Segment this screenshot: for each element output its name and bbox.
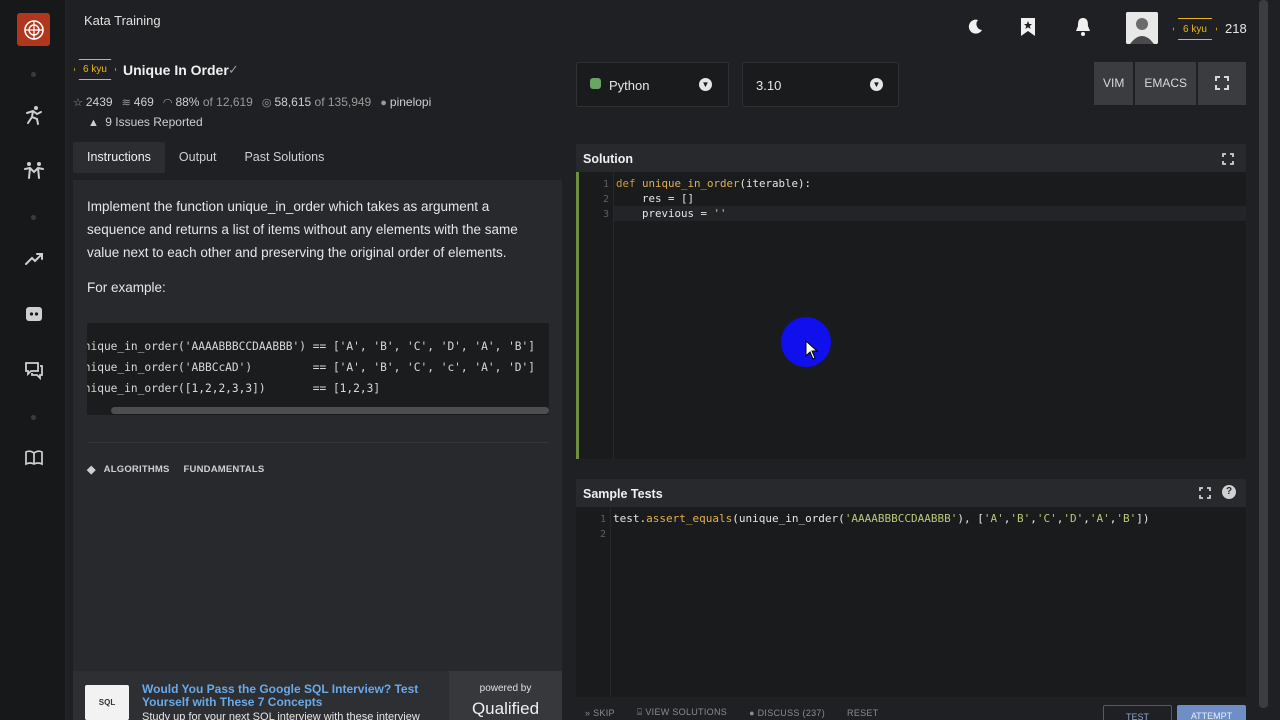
chevron-down-icon: ▼ xyxy=(870,78,883,91)
approved-check-icon: ✓ xyxy=(228,62,239,77)
rail-divider xyxy=(31,72,36,77)
for-example-label: For example: xyxy=(87,280,166,295)
tab-output[interactable]: Output xyxy=(165,142,231,173)
tag-algorithms[interactable]: ALGORITHMS xyxy=(104,464,170,475)
completed-stat: ◎ 58,615 of 135,949 xyxy=(261,95,372,109)
python-icon xyxy=(590,78,601,89)
attempt-button[interactable]: ATTEMPT xyxy=(1177,705,1246,720)
tests-code[interactable]: test.assert_equals(unique_in_order('AAAA… xyxy=(613,511,1150,526)
fullscreen-expand-icon[interactable] xyxy=(1198,62,1247,105)
author-stat[interactable]: ● pinelopi xyxy=(380,95,431,109)
docs-book-icon[interactable] xyxy=(22,446,46,470)
powered-by-label: powered by xyxy=(479,683,532,694)
divider xyxy=(87,442,549,443)
discussions-icon[interactable] xyxy=(22,358,46,382)
skip-link[interactable]: » SKIP xyxy=(585,708,615,718)
sample-tests-header: Sample Tests ? xyxy=(576,479,1246,507)
rating-gauge-icon: ◠ xyxy=(162,97,173,109)
dojo-icon[interactable] xyxy=(22,158,46,182)
gutter-separator xyxy=(613,172,614,459)
bookmark-icon[interactable] xyxy=(1017,16,1039,38)
vim-mode-button[interactable]: VIM xyxy=(1094,62,1134,105)
target-icon: ◎ xyxy=(261,97,272,109)
page-scrollbar[interactable] xyxy=(1259,0,1268,708)
solution-editor[interactable]: 1 2 3 def unique_in_order(iterable): res… xyxy=(576,172,1246,459)
gutter-separator xyxy=(610,507,611,697)
satisfaction-stat: ◠ 88% of 12,619 xyxy=(162,95,253,109)
ad-thumbnail: SQL xyxy=(85,685,129,720)
tag-fundamentals[interactable]: FUNDAMENTALS xyxy=(184,464,265,475)
instructions-text: Implement the function unique_in_order w… xyxy=(87,199,518,260)
user-icon: ● xyxy=(380,97,387,109)
expand-solution-icon[interactable] xyxy=(1222,152,1234,170)
rail-divider xyxy=(31,215,36,220)
left-rail xyxy=(0,0,66,720)
notifications-bell-icon[interactable] xyxy=(1072,16,1094,38)
collections-stat[interactable]: ≋ 469 xyxy=(122,95,154,109)
app-title: Kata Training xyxy=(84,13,161,28)
view-solutions-link[interactable]: ⌸ VIEW SOLUTIONS xyxy=(637,707,727,718)
test-button[interactable]: TEST xyxy=(1103,705,1172,720)
sample-tests-editor[interactable]: 1 2 test.assert_equals(unique_in_order('… xyxy=(576,507,1246,697)
user-rank-badge[interactable]: 6 kyu xyxy=(1173,18,1217,40)
solution-title: Solution xyxy=(583,152,633,166)
ad-sponsor[interactable]: powered by Qualified xyxy=(449,671,562,720)
example-code: unique_in_order('AAAABBBCCDAABBB') == ['… xyxy=(87,340,536,395)
mouse-pointer-icon xyxy=(805,340,819,360)
sponsored-ad[interactable]: SQL Would You Pass the Google SQL Interv… xyxy=(73,671,562,720)
solution-header: Solution xyxy=(576,144,1246,172)
kata-stats: ☆ 2439 ≋ 469 ◠ 88% of 12,619 ◎ 58,615 of 135… xyxy=(73,95,431,109)
version-select[interactable]: 3.10 ▼ xyxy=(742,62,899,107)
discuss-link[interactable]: ● DISCUSS (237) xyxy=(749,708,825,718)
kata-tabs: Instructions Output Past Solutions xyxy=(73,142,338,173)
practice-icon[interactable] xyxy=(22,103,46,127)
star-icon: ☆ xyxy=(73,97,83,109)
example-code-block: unique_in_order('AAAABBBCCDAABBB') == ['… xyxy=(87,323,549,415)
stars-stat[interactable]: ☆ 2439 xyxy=(73,95,113,109)
tags-row: ◆ ALGORITHMS FUNDAMENTALS xyxy=(87,463,264,476)
editor-mode-group: VIM EMACS xyxy=(1094,62,1247,105)
tab-instructions[interactable]: Instructions xyxy=(73,142,165,173)
tag-icon: ◆ xyxy=(87,464,96,476)
kata-rank-badge: 6 kyu xyxy=(74,59,116,80)
ad-title[interactable]: Would You Pass the Google SQL Interview?… xyxy=(142,683,422,709)
rail-divider xyxy=(31,415,36,420)
kata-title: Unique In Order xyxy=(123,62,229,78)
qualified-logo: Qualified xyxy=(471,699,540,718)
user-avatar[interactable] xyxy=(1126,12,1158,44)
language-select[interactable]: Python ▼ xyxy=(576,62,729,107)
tab-past-solutions[interactable]: Past Solutions xyxy=(230,142,338,173)
code-horizontal-scrollbar[interactable] xyxy=(111,407,549,414)
database-icon: SQL xyxy=(98,698,116,707)
warning-icon: ▲ xyxy=(88,117,99,129)
instructions-panel: Implement the function unique_in_order w… xyxy=(73,180,562,720)
solution-code[interactable]: def unique_in_order(iterable): res = [] … xyxy=(616,176,811,221)
line-numbers: 1 2 xyxy=(599,514,606,540)
emacs-mode-button[interactable]: EMACS xyxy=(1135,62,1197,105)
chevron-down-icon: ▼ xyxy=(699,78,712,91)
dark-mode-moon-icon[interactable] xyxy=(964,16,986,38)
discord-icon[interactable] xyxy=(22,302,46,326)
reset-link[interactable]: RESET xyxy=(847,708,879,718)
help-icon[interactable]: ? xyxy=(1222,485,1236,499)
issues-reported[interactable]: ▲ 9 Issues Reported xyxy=(88,115,203,129)
codewars-logo-icon[interactable] xyxy=(17,13,50,46)
honor-score: 218 xyxy=(1225,21,1247,36)
sample-tests-title: Sample Tests xyxy=(583,487,663,501)
expand-tests-icon[interactable] xyxy=(1199,486,1211,504)
line-numbers: 1 2 3 xyxy=(602,179,609,220)
ad-subtitle: Study up for your next SQL interview wit… xyxy=(142,711,420,720)
leaderboard-trend-icon[interactable] xyxy=(22,247,46,271)
layers-icon: ≋ xyxy=(121,97,131,109)
